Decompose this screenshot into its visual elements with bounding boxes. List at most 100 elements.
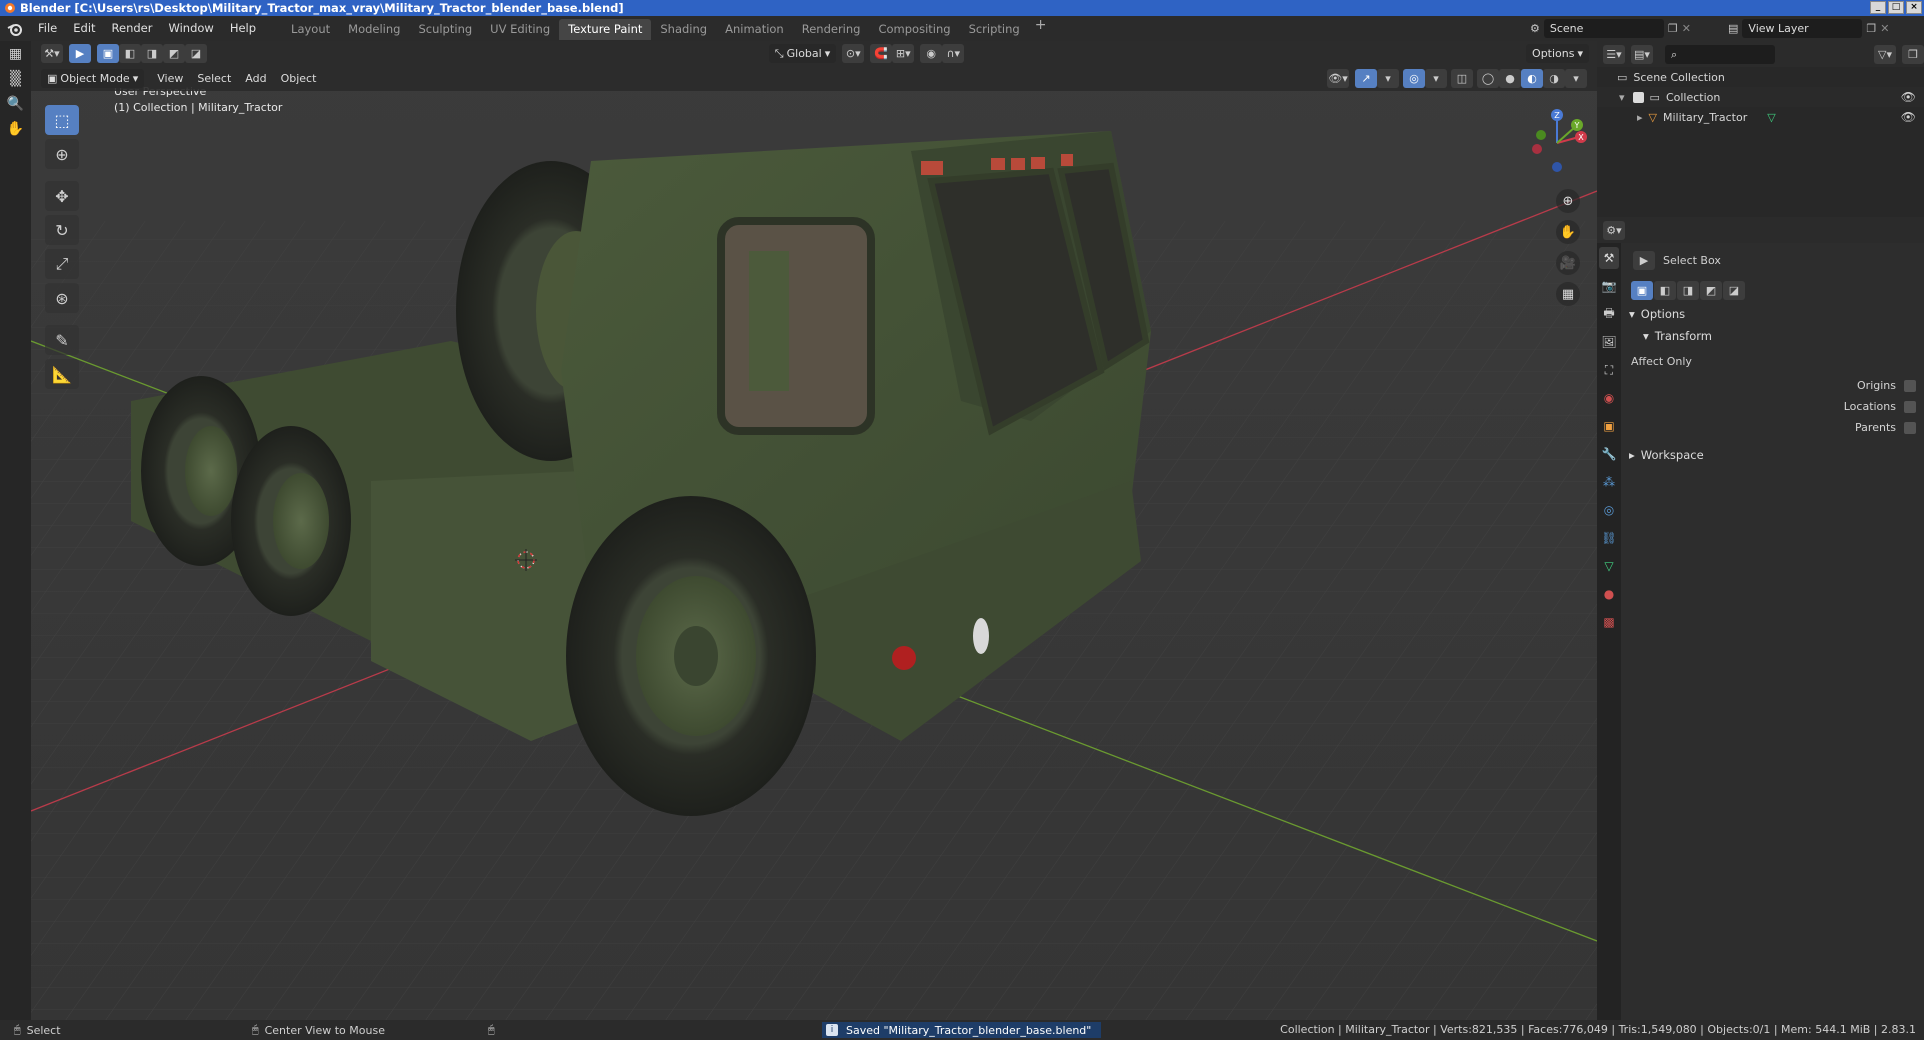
- physics-properties-icon[interactable]: ◎: [1599, 499, 1619, 521]
- add-workspace-button[interactable]: +: [1029, 17, 1053, 40]
- remove-view-layer-icon[interactable]: ✕: [1880, 22, 1889, 35]
- solid-shading-icon[interactable]: ●: [1499, 69, 1521, 88]
- copy-scene-icon[interactable]: ❐: [1668, 22, 1678, 35]
- gizmo-dropdown-icon[interactable]: ▾: [1377, 69, 1399, 88]
- proportional-edit-icon[interactable]: ◉: [920, 44, 943, 63]
- parents-row[interactable]: Parents: [1621, 417, 1924, 438]
- options-panel-header[interactable]: ▾ Options: [1621, 303, 1924, 325]
- mode-extend-icon[interactable]: ◧: [119, 44, 141, 63]
- mode-set-icon[interactable]: ▣: [97, 44, 119, 63]
- pivot-point-icon[interactable]: ⊙▾: [842, 44, 865, 63]
- mode-intersect-icon[interactable]: ◪: [185, 44, 207, 63]
- menu-render[interactable]: Render: [104, 16, 161, 41]
- outliner-row-scene-collection[interactable]: ▭ Scene Collection: [1597, 67, 1924, 87]
- tab-animation[interactable]: Animation: [716, 19, 793, 40]
- move-tool[interactable]: ✥: [45, 181, 79, 211]
- zoom-icon[interactable]: 🔍: [6, 96, 26, 116]
- origins-row[interactable]: Origins: [1621, 375, 1924, 396]
- snap-icon[interactable]: 🧲: [870, 44, 893, 63]
- select-box-tool-icon[interactable]: ▶: [69, 44, 91, 63]
- viewport-menu-select[interactable]: Select: [190, 72, 238, 85]
- render-properties-icon[interactable]: 📷: [1599, 275, 1619, 297]
- tab-shading[interactable]: Shading: [651, 19, 716, 40]
- outliner-row-collection[interactable]: ▾ ▭ Collection 👁: [1597, 87, 1924, 107]
- locations-row[interactable]: Locations: [1621, 396, 1924, 417]
- mode-intersect-icon[interactable]: ◪: [1723, 280, 1745, 300]
- perspective-toggle-icon[interactable]: ▦: [1556, 282, 1580, 306]
- properties-editor-type-icon[interactable]: ⚙▾: [1603, 220, 1625, 240]
- view-layer-name-field[interactable]: View Layer: [1742, 19, 1863, 38]
- transform-tool[interactable]: ⊛: [45, 283, 79, 313]
- mode-subtract-icon[interactable]: ◨: [1677, 280, 1699, 300]
- mode-extend-icon[interactable]: ◧: [1654, 280, 1676, 300]
- visibility-icon[interactable]: 👁▾: [1327, 69, 1349, 88]
- options-dropdown[interactable]: Options ▾: [1526, 44, 1590, 63]
- measure-tool[interactable]: 📐: [45, 359, 79, 389]
- overlay-dropdown-icon[interactable]: ▾: [1425, 69, 1447, 88]
- navigation-gizmo[interactable]: Z X Y: [1525, 105, 1589, 175]
- constraints-properties-icon[interactable]: ⛓: [1599, 527, 1619, 549]
- material-preview-shading-icon[interactable]: ◐: [1521, 69, 1543, 88]
- minimize-button[interactable]: _: [1870, 1, 1886, 14]
- menu-window[interactable]: Window: [160, 16, 221, 41]
- scale-tool[interactable]: ⤢: [45, 249, 79, 279]
- pan-hand-icon[interactable]: ✋: [1556, 220, 1580, 244]
- outliner-editor-type-icon[interactable]: ☰▾: [1603, 44, 1625, 64]
- collection-checkbox[interactable]: [1632, 91, 1644, 103]
- viewport-menu-view[interactable]: View: [150, 72, 190, 85]
- display-mode-icon[interactable]: ▤▾: [1631, 44, 1653, 64]
- tab-texture-paint[interactable]: Texture Paint: [559, 19, 652, 40]
- falloff-icon[interactable]: ∩▾: [942, 44, 965, 63]
- menu-edit[interactable]: Edit: [65, 16, 103, 41]
- texture-properties-icon[interactable]: ▩: [1599, 611, 1619, 633]
- rendered-shading-icon[interactable]: ◑: [1543, 69, 1565, 88]
- rotate-tool[interactable]: ↻: [45, 215, 79, 245]
- scene-name-field[interactable]: Scene: [1543, 19, 1664, 38]
- eye-icon[interactable]: 👁: [1901, 90, 1916, 104]
- mode-set-icon[interactable]: ▣: [1631, 280, 1653, 300]
- menu-file[interactable]: File: [30, 16, 65, 41]
- object-properties-icon[interactable]: ▣: [1599, 415, 1619, 437]
- tab-modeling[interactable]: Modeling: [339, 19, 409, 40]
- mode-subtract-icon[interactable]: ◨: [141, 44, 163, 63]
- modifier-properties-icon[interactable]: 🔧: [1599, 443, 1619, 465]
- maximize-button[interactable]: □: [1888, 1, 1904, 14]
- scene-icon[interactable]: ⚙: [1530, 22, 1540, 35]
- tab-rendering[interactable]: Rendering: [793, 19, 870, 40]
- transform-subpanel-header[interactable]: ▾ Transform: [1621, 325, 1924, 347]
- eye-icon[interactable]: 👁: [1901, 110, 1916, 124]
- viewport-menu-object[interactable]: Object: [274, 72, 324, 85]
- object-mode-dropdown[interactable]: ▣ Object Mode ▾: [41, 69, 145, 88]
- particles-properties-icon[interactable]: ⁂: [1599, 471, 1619, 493]
- close-button[interactable]: ×: [1906, 1, 1922, 14]
- filter-icon[interactable]: ▽▾: [1874, 44, 1896, 64]
- outliner-search-input[interactable]: ⌕: [1665, 44, 1775, 64]
- blender-logo-icon[interactable]: [0, 22, 30, 36]
- expand-arrow-icon[interactable]: ▾: [1619, 91, 1625, 104]
- tool-settings-icon[interactable]: ⚒▾: [41, 44, 63, 63]
- menu-help[interactable]: Help: [222, 16, 264, 41]
- remove-scene-icon[interactable]: ✕: [1682, 22, 1691, 35]
- camera-view-icon[interactable]: 🎥: [1556, 251, 1580, 275]
- wireframe-shading-icon[interactable]: ◯: [1477, 69, 1499, 88]
- xray-icon[interactable]: ◫: [1451, 69, 1473, 88]
- tool-properties-icon[interactable]: ⚒: [1599, 247, 1619, 269]
- brush-grid-icon[interactable]: ▒: [6, 71, 26, 91]
- workspace-panel-header[interactable]: ▸ Workspace: [1621, 444, 1924, 466]
- snap-target-icon[interactable]: ⊞▾: [892, 44, 915, 63]
- cursor-tool[interactable]: ⊕: [45, 139, 79, 169]
- parents-checkbox[interactable]: [1904, 421, 1916, 434]
- hand-icon[interactable]: ✋: [6, 121, 26, 141]
- editor-type-icon[interactable]: ▦: [6, 46, 26, 66]
- view-layer-icon[interactable]: ▤: [1728, 22, 1738, 35]
- mode-difference-icon[interactable]: ◩: [163, 44, 185, 63]
- zoom-icon[interactable]: ⊕: [1556, 189, 1580, 213]
- locations-checkbox[interactable]: [1904, 400, 1916, 413]
- annotate-tool[interactable]: ✎: [45, 325, 79, 355]
- 3d-viewport[interactable]: ⚒▾ ▶ ▣ ◧ ◨ ◩ ◪ ⤡ Global ▾ ⊙▾ 🧲 ⊞▾ ◉ ∩▾ Opt…: [31, 41, 1597, 1020]
- tab-sculpting[interactable]: Sculpting: [409, 19, 481, 40]
- copy-view-layer-icon[interactable]: ❐: [1866, 22, 1876, 35]
- view-layer-properties-icon[interactable]: 🖼: [1599, 331, 1619, 353]
- viewport-menu-add[interactable]: Add: [238, 72, 273, 85]
- tab-uv-editing[interactable]: UV Editing: [481, 19, 559, 40]
